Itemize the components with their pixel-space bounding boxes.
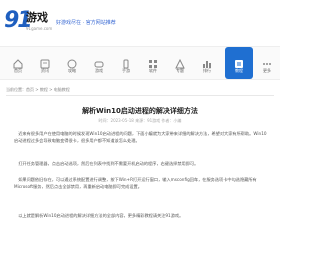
nav-item-label: 教程 bbox=[235, 68, 243, 73]
main-nav: 首页 资讯 攻略 游戏 手游 软件 专题 排行 教程 更多 bbox=[0, 46, 280, 80]
nav-item[interactable]: 首页 bbox=[4, 47, 32, 79]
article-title: 解析Win10启动进程的解决详细方法 bbox=[82, 107, 198, 115]
site-logo[interactable]: 91 游戏 91game.com bbox=[4, 10, 53, 38]
nav-item[interactable]: 资讯 bbox=[31, 47, 59, 79]
article-meta: 时间：2023-05-18 来源：91游戏 作者：小编 bbox=[98, 118, 182, 123]
nav-item-label: 软件 bbox=[149, 68, 157, 73]
site-header: 91 游戏 91game.com 好游戏尽在 · 官方网站推荐 bbox=[0, 0, 280, 44]
home-icon bbox=[13, 54, 23, 69]
nav-item[interactable]: 排行 bbox=[193, 47, 221, 79]
game-icon bbox=[94, 54, 104, 68]
topic-icon bbox=[175, 54, 185, 69]
nav-item[interactable]: 手游 bbox=[112, 47, 140, 79]
nav-item[interactable]: 攻略 bbox=[58, 47, 86, 79]
nav-item-label: 专题 bbox=[176, 68, 184, 73]
more-icon bbox=[262, 54, 272, 65]
nav-item-label: 手游 bbox=[122, 68, 130, 73]
breadcrumb: 当前位置：首页 > 教程 > 电脑教程 bbox=[6, 87, 70, 92]
nav-item-label: 排行 bbox=[203, 68, 211, 73]
article-paragraph: 以上就是解析Win10启动进程的解决详细方法的全部内容，更多精彩教程请关注91游… bbox=[14, 213, 184, 218]
nav-item[interactable]: 专题 bbox=[166, 47, 194, 79]
nav-item[interactable]: 教程 bbox=[225, 47, 253, 79]
app-icon bbox=[148, 54, 158, 68]
news-icon bbox=[40, 54, 50, 69]
nav-item[interactable]: 更多 bbox=[253, 47, 281, 79]
article-paragraph: 如果问题依旧存在，可以通过系统配置进行调整，按下Win+R打开运行窗口，输入ms… bbox=[14, 177, 257, 189]
nav-item-label: 资讯 bbox=[41, 68, 49, 73]
guide-icon bbox=[67, 54, 77, 69]
nav-item-label: 游戏 bbox=[95, 68, 103, 73]
logo-sub: 91game.com bbox=[26, 26, 53, 31]
nav-item-label: 首页 bbox=[14, 68, 22, 73]
nav-item-label: 攻略 bbox=[68, 68, 76, 73]
rank-icon bbox=[202, 54, 212, 68]
divider bbox=[6, 95, 274, 96]
article-paragraph: 打开任务管理器，点击启动选项，然后在列表中找到不需要开机启动的程序，右键选择禁用… bbox=[14, 161, 199, 166]
nav-item[interactable]: 游戏 bbox=[85, 47, 113, 79]
tutorial-icon bbox=[234, 54, 244, 68]
nav-item[interactable]: 软件 bbox=[139, 47, 167, 79]
logo-word: 游戏 bbox=[26, 11, 48, 24]
nav-item-label: 更多 bbox=[263, 68, 271, 73]
phone-icon bbox=[121, 54, 131, 69]
site-slogan: 好游戏尽在 · 官方网站推荐 bbox=[56, 20, 116, 26]
article-paragraph: 近来有很多用户在使用电脑的时候发现Win10启动进程的问题，下面小编就为大家带来… bbox=[14, 131, 267, 143]
